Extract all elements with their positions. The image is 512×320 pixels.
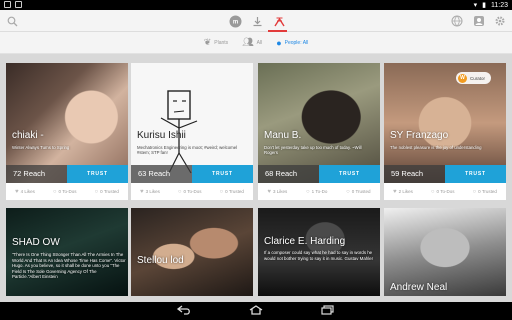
battery-icon: ▮ — [482, 2, 486, 9]
wifi-icon: ▾ — [473, 2, 478, 9]
user-name: Clarice E. Harding — [264, 236, 346, 247]
profile-icon[interactable] — [471, 13, 487, 29]
heart-icon: ♥ — [15, 188, 19, 195]
gear-icon[interactable] — [492, 13, 508, 29]
check-icon: ○ — [306, 188, 310, 195]
check-icon: ○ — [219, 188, 224, 195]
user-name: Stellou lod — [137, 255, 184, 266]
todos-stat: ○ 0 To-Dos — [52, 188, 77, 195]
user-name: SHAD OW — [12, 237, 60, 248]
card-stats: ♥ 3 Likes ○ 0 To-Dos ○ 0 Trusted — [131, 183, 253, 200]
filter-people-all[interactable]: ● People: All — [276, 38, 308, 48]
todos-stat: ○ 0 To-Dos — [177, 188, 202, 195]
heart-icon: ♥ — [267, 188, 271, 195]
heart-icon: ♥ — [140, 188, 144, 195]
user-bio: Mechatronics Engineering is moot; #weird… — [137, 145, 238, 156]
check-icon: ○ — [94, 188, 99, 195]
check-icon: ○ — [52, 188, 57, 195]
reach-count: 63 Reach — [131, 165, 192, 183]
user-card[interactable]: Andrew Neal — [384, 208, 506, 296]
download-icon[interactable] — [249, 13, 265, 29]
notification-icon — [4, 1, 11, 8]
trusted-stat: ○ 0 Trusted — [219, 188, 244, 195]
reach-count: 59 Reach — [384, 165, 445, 183]
user-name: Manu B. — [264, 130, 302, 141]
filter-label: People: All — [284, 39, 309, 46]
user-bio: If a composer could say what he had to s… — [264, 250, 374, 261]
likes-stat: ♥ 3 Likes — [267, 188, 288, 195]
user-card[interactable]: SHAD OW "There Is One Thing Stronger Tha… — [6, 208, 128, 296]
user-card[interactable]: chiaki - Winter Always Turns to Spring 7… — [6, 63, 128, 200]
brand-icon[interactable]: m — [227, 13, 243, 29]
likes-stat: ♥ 3 Likes — [140, 188, 160, 195]
target-icon[interactable] — [271, 13, 287, 29]
user-bio: Winter Always Turns to Spring — [12, 145, 70, 150]
recents-icon[interactable] — [320, 304, 336, 318]
filter-plants[interactable]: ❦ Plants — [204, 37, 228, 48]
svg-text:m: m — [232, 19, 237, 25]
user-card[interactable]: Clarice E. Harding If a composer could s… — [258, 208, 380, 296]
likes-stat: ♥ 2 Likes — [393, 188, 413, 195]
todos-stat: ○ 1 To-Do — [306, 188, 328, 195]
curator-icon: W — [458, 73, 467, 83]
curator-badge: W Curator — [456, 72, 492, 84]
app-bar: m — [0, 10, 512, 32]
likes-stat: ♥ 4 Likes — [15, 188, 35, 195]
user-bio: "There Is One Thing Stronger Than All Th… — [12, 252, 126, 280]
filter-all[interactable]: 👥︎ All — [242, 37, 262, 48]
card-stats: ♥ 2 Likes ○ 0 To-Dos ○ 0 Trusted — [384, 183, 506, 200]
user-name: chiaki - — [12, 130, 44, 141]
globe-icon[interactable] — [449, 13, 465, 29]
status-bar: ▾ ▮ 11:23 — [0, 0, 512, 10]
trusted-stat: ○ 0 Trusted — [346, 188, 371, 195]
check-icon: ○ — [346, 188, 350, 195]
trusted-stat: ○ 0 Trusted — [94, 188, 119, 195]
trust-button[interactable]: TRUST — [192, 165, 253, 183]
filter-bar: ❦ Plants 👥︎ All ● People: All — [0, 32, 512, 54]
notification-icon — [15, 1, 22, 8]
people-icon: 👥︎ — [242, 37, 254, 47]
back-icon[interactable] — [176, 304, 192, 318]
card-stats: ♥ 4 Likes ○ 0 To-Dos ○ 0 Trusted — [6, 183, 128, 200]
user-card[interactable]: Manu B. Don't let yesterday take up too … — [258, 63, 380, 200]
trust-button[interactable]: TRUST — [445, 165, 506, 183]
home-icon[interactable] — [248, 304, 264, 318]
trust-button[interactable]: TRUST — [319, 165, 380, 183]
user-name: Kurisu Ishii — [137, 130, 186, 141]
curator-label: Curator — [470, 75, 486, 81]
reach-count: 68 Reach — [258, 165, 319, 183]
system-navigation-bar — [0, 302, 512, 320]
trusted-stat: ○ 0 Trusted — [472, 188, 497, 195]
user-card[interactable]: W Curator SY Franzago The noblest pleasu… — [384, 63, 506, 200]
leaf-icon: ❦ — [203, 37, 212, 47]
user-name: SY Franzago — [390, 130, 449, 141]
user-card[interactable]: Stellou lod — [131, 208, 253, 296]
trust-button[interactable]: TRUST — [67, 165, 128, 183]
user-card[interactable]: Kurisu Ishii Mechatronics Engineering is… — [131, 63, 253, 200]
check-icon: ○ — [430, 188, 435, 195]
check-icon: ○ — [472, 188, 477, 195]
user-bio: The noblest pleasure is the joy of under… — [390, 145, 482, 150]
person-icon: ● — [276, 37, 282, 48]
card-stats: ♥ 3 Likes ○ 1 To-Do ○ 0 Trusted — [258, 183, 380, 200]
search-icon[interactable] — [4, 13, 20, 29]
check-icon: ○ — [177, 188, 182, 195]
todos-stat: ○ 0 To-Dos — [430, 188, 455, 195]
clock: 11:23 — [491, 1, 508, 9]
filter-label: Plants — [214, 39, 229, 46]
filter-label: All — [256, 39, 263, 46]
heart-icon: ♥ — [393, 188, 397, 195]
user-photo — [131, 208, 253, 296]
user-bio: Don't let yesterday take up too much of … — [264, 145, 362, 156]
reach-count: 72 Reach — [6, 165, 67, 183]
user-name: Andrew Neal — [390, 282, 448, 293]
